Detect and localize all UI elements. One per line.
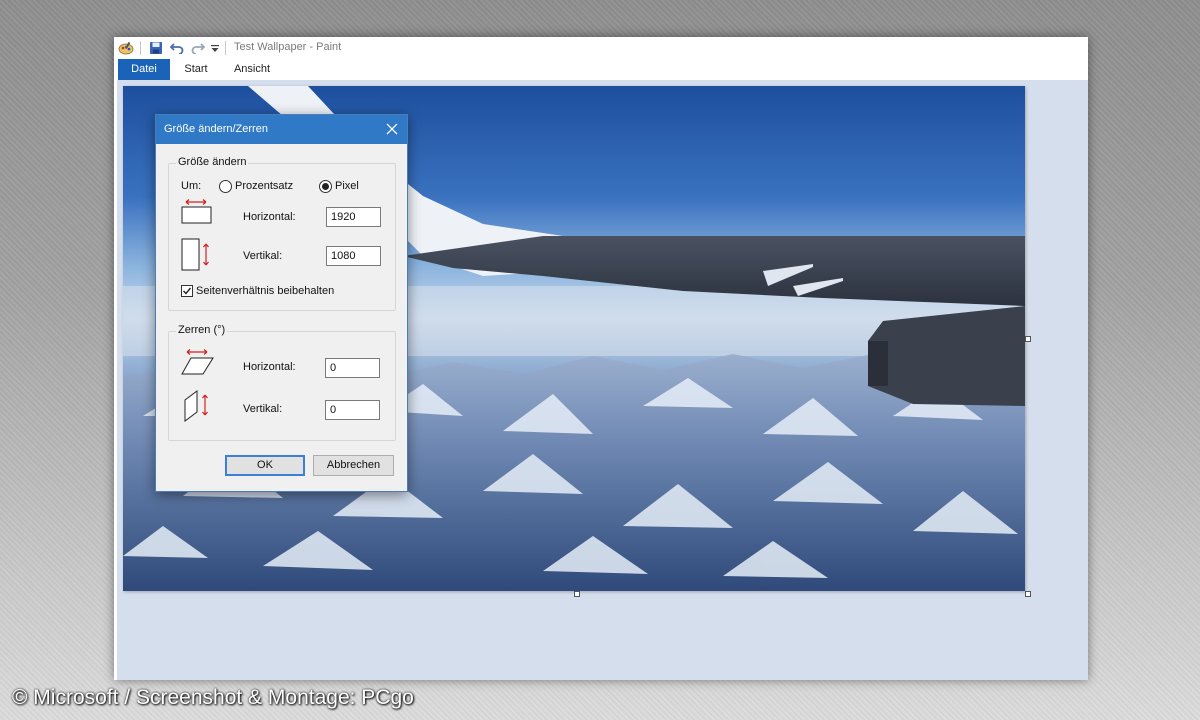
title-bar: Test Wallpaper - Paint [114, 37, 1088, 59]
percentage-label[interactable]: Prozentsatz [235, 180, 293, 192]
paint-app-icon[interactable] [118, 40, 134, 56]
pixel-label[interactable]: Pixel [335, 180, 359, 192]
by-label: Um: [181, 180, 202, 192]
vertical-skew-icon [183, 390, 213, 425]
resize-vertical-input[interactable]: 1080 [326, 246, 381, 266]
horizontal-skew-icon [181, 348, 215, 379]
dialog-title-bar: Größe ändern/Zerren [156, 115, 407, 144]
percentage-radio[interactable] [219, 180, 232, 193]
skew-vertical-label: Vertikal: [243, 403, 283, 415]
tab-datei[interactable]: Datei [118, 59, 170, 80]
redo-icon[interactable] [190, 40, 206, 56]
tab-ansicht[interactable]: Ansicht [226, 59, 278, 80]
vertical-resize-icon [181, 238, 213, 275]
separator [225, 41, 226, 55]
image-credit: © Microsoft / Screenshot & Montage: PCgo [12, 686, 414, 709]
window-title: Test Wallpaper - Paint [234, 41, 342, 53]
separator [140, 41, 141, 55]
cancel-button[interactable]: Abbrechen [313, 455, 394, 476]
resize-handle-corner[interactable] [1025, 591, 1031, 597]
skew-group: Zerren (°) Horizontal: 0 Vertikal: 0 [168, 324, 396, 441]
skew-group-label: Zerren (°) [176, 324, 228, 336]
ok-button[interactable]: OK [225, 455, 305, 476]
resize-group-label: Größe ändern [176, 156, 249, 168]
pixel-radio[interactable] [319, 180, 332, 193]
dialog-title: Größe ändern/Zerren [164, 123, 268, 135]
keep-ratio-label[interactable]: Seitenverhältnis beibehalten [196, 285, 334, 297]
resize-horizontal-label: Horizontal: [243, 211, 296, 223]
resize-handle-right[interactable] [1025, 336, 1031, 342]
keep-ratio-checkbox[interactable] [181, 285, 193, 297]
resize-vertical-label: Vertikal: [243, 250, 283, 262]
horizontal-resize-icon [181, 198, 213, 227]
customize-dropdown-icon[interactable] [210, 40, 220, 56]
checkmark-icon [183, 287, 192, 295]
save-icon[interactable] [148, 40, 164, 56]
skew-horizontal-label: Horizontal: [243, 361, 296, 373]
skew-horizontal-input[interactable]: 0 [325, 358, 380, 378]
tab-start[interactable]: Start [176, 59, 216, 80]
skew-vertical-input[interactable]: 0 [325, 400, 380, 420]
ribbon-tabs: Datei Start Ansicht [114, 59, 1088, 80]
close-icon[interactable] [383, 120, 401, 138]
undo-icon[interactable] [169, 40, 185, 56]
resize-skew-dialog: Größe ändern/Zerren Größe ändern Um: Pro… [155, 114, 408, 492]
resize-handle-bottom[interactable] [574, 591, 580, 597]
resize-horizontal-input[interactable]: 1920 [326, 207, 381, 227]
resize-group: Größe ändern Um: Prozentsatz Pixel Horiz… [168, 156, 396, 311]
